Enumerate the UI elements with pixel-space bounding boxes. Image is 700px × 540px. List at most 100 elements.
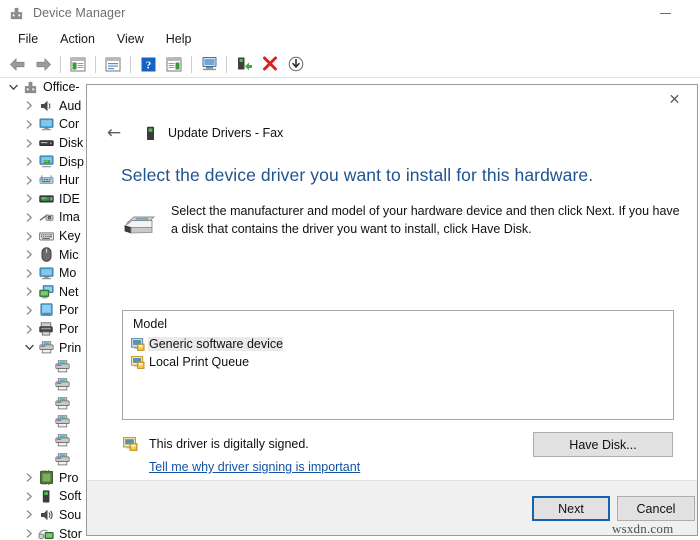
back-icon[interactable] xyxy=(5,53,29,76)
tree-item-label: Prin xyxy=(55,341,81,355)
dialog-description-text: Select the manufacturer and model of you… xyxy=(167,203,681,238)
tree-item-label: Mo xyxy=(55,266,76,280)
port-icon xyxy=(37,303,55,317)
menu-action[interactable]: Action xyxy=(50,29,105,49)
dialog-close-button[interactable]: ✕ xyxy=(652,85,697,115)
computer-node-icon xyxy=(21,80,39,95)
chevron-right-icon[interactable] xyxy=(22,250,37,259)
properties-icon[interactable] xyxy=(101,53,125,76)
help-icon[interactable]: ? xyxy=(136,53,160,76)
software-device-icon xyxy=(143,125,159,141)
menu-help[interactable]: Help xyxy=(156,29,202,49)
device-manager-icon xyxy=(8,5,24,21)
menu-bar: File Action View Help xyxy=(0,26,700,51)
software-driver-icon xyxy=(131,338,148,351)
sound-icon xyxy=(37,508,55,522)
chevron-right-icon[interactable] xyxy=(22,306,37,315)
monitor-icon xyxy=(37,267,55,280)
driver-signed-block: This driver is digitally signed. Tell me… xyxy=(123,435,360,476)
tree-item-label: Office- xyxy=(39,80,80,94)
update-driver-icon[interactable] xyxy=(232,53,256,76)
signed-driver-icon xyxy=(123,435,140,456)
chevron-right-icon[interactable] xyxy=(22,529,37,538)
forward-icon[interactable] xyxy=(31,53,55,76)
chevron-right-icon[interactable] xyxy=(22,157,37,166)
minimize-icon xyxy=(660,13,671,14)
have-disk-button[interactable]: Have Disk... xyxy=(533,432,673,457)
chevron-right-icon[interactable] xyxy=(22,287,37,296)
monitor-icon xyxy=(37,118,55,131)
tree-item-label: Mic xyxy=(55,248,78,262)
tree-item-label: Stor xyxy=(55,527,82,540)
tree-item-label: Por xyxy=(55,322,78,336)
network-adapter-icon xyxy=(37,285,55,299)
toolbar-separator xyxy=(226,56,227,73)
next-button[interactable]: Next xyxy=(532,496,610,521)
device-manager-window: Device Manager File Action View Help xyxy=(0,0,700,540)
printer-icon xyxy=(37,341,55,354)
mouse-icon xyxy=(37,247,55,262)
driver-signing-link[interactable]: Tell me why driver signing is important xyxy=(149,460,360,474)
printer-child-icon xyxy=(53,453,71,466)
disable-device-icon[interactable] xyxy=(284,53,308,76)
show-hide-console-tree-icon[interactable] xyxy=(66,53,90,76)
print-queue-driver-icon xyxy=(131,356,148,369)
dialog-footer: Next Cancel xyxy=(87,480,698,535)
show-hide-action-pane-icon[interactable] xyxy=(162,53,186,76)
chevron-right-icon[interactable] xyxy=(22,176,37,185)
printer-child-icon xyxy=(53,360,71,373)
tree-item-label: Por xyxy=(55,303,78,317)
chevron-right-icon[interactable] xyxy=(22,473,37,482)
toolbar-separator xyxy=(191,56,192,73)
storage-controller-icon xyxy=(37,527,55,540)
title-bar: Device Manager xyxy=(0,0,700,26)
chevron-right-icon[interactable] xyxy=(22,101,37,110)
tree-item-label: Sou xyxy=(55,508,81,522)
chevron-right-icon[interactable] xyxy=(22,213,37,222)
chevron-right-icon[interactable] xyxy=(22,194,37,203)
human-interface-icon xyxy=(37,174,55,187)
menu-view[interactable]: View xyxy=(107,29,154,49)
chevron-right-icon[interactable] xyxy=(22,510,37,519)
menu-file[interactable]: File xyxy=(8,29,48,49)
tree-item-label: Net xyxy=(55,285,78,299)
uninstall-device-icon[interactable] xyxy=(258,53,282,76)
chevron-right-icon[interactable] xyxy=(22,492,37,501)
chevron-right-icon[interactable] xyxy=(22,232,37,241)
tree-item-label: Cor xyxy=(55,117,79,131)
chevron-right-icon[interactable] xyxy=(22,325,37,334)
list-item[interactable]: Generic software device xyxy=(123,335,673,353)
tree-item-label: Hur xyxy=(55,173,79,187)
tree-item-label: Key xyxy=(55,229,81,243)
minimize-button[interactable] xyxy=(650,0,680,26)
tree-item-label: Pro xyxy=(55,471,78,485)
model-listbox[interactable]: Model Generic software device xyxy=(122,310,674,420)
imaging-device-icon xyxy=(37,211,55,224)
chevron-down-icon[interactable] xyxy=(6,84,21,91)
toolbar-separator xyxy=(130,56,131,73)
printer-child-icon xyxy=(53,378,71,391)
driver-signed-text: This driver is digitally signed. xyxy=(149,437,309,451)
chevron-right-icon[interactable] xyxy=(22,120,37,129)
tree-item-label: Ima xyxy=(55,210,80,224)
list-item-label: Local Print Queue xyxy=(148,355,249,369)
keyboard-icon xyxy=(37,231,55,242)
scan-for-hardware-changes-icon[interactable] xyxy=(197,53,221,76)
list-item[interactable]: Local Print Queue xyxy=(123,353,673,371)
dialog-title: Update Drivers - Fax xyxy=(168,126,283,140)
watermark: wsxdn.com xyxy=(612,521,673,537)
chevron-right-icon[interactable] xyxy=(22,139,37,148)
ide-controller-icon xyxy=(37,193,55,205)
print-queue-port-icon xyxy=(37,322,55,336)
dialog-heading: Select the device driver you want to ins… xyxy=(121,165,593,186)
cancel-button[interactable]: Cancel xyxy=(617,496,695,521)
processor-icon xyxy=(37,470,55,485)
chevron-right-icon[interactable] xyxy=(22,269,37,278)
listbox-header-model: Model xyxy=(123,311,673,335)
toolbar-separator xyxy=(95,56,96,73)
tree-item-label: Aud xyxy=(55,99,81,113)
tree-item-label: Soft xyxy=(55,489,81,503)
chevron-down-icon[interactable] xyxy=(22,344,37,351)
back-arrow-icon[interactable]: ← xyxy=(101,120,127,146)
printer-child-icon xyxy=(53,434,71,447)
